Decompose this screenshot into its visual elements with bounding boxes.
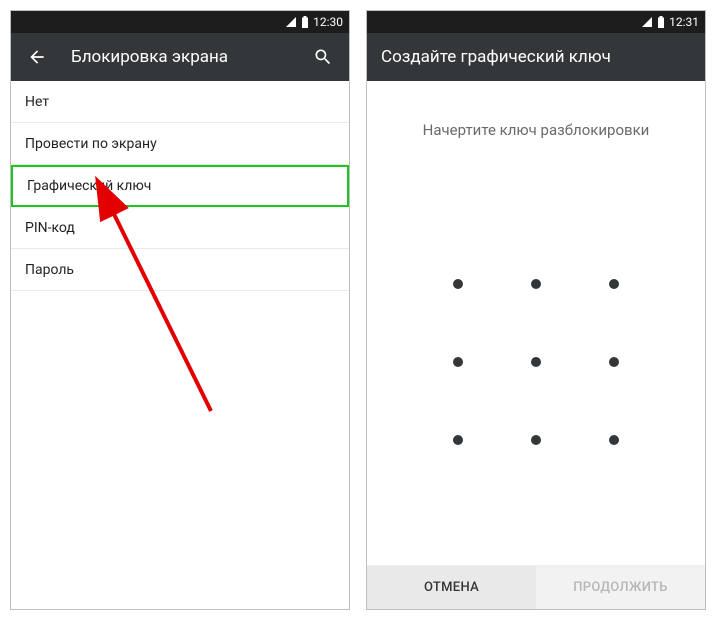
pattern-grid[interactable] <box>419 245 654 480</box>
app-bar-title: Создайте графический ключ <box>381 47 691 67</box>
option-label: Провести по экрану <box>25 136 157 152</box>
pattern-dot[interactable] <box>609 435 619 445</box>
option-label: Графический ключ <box>27 178 151 194</box>
app-bar-title: Блокировка экрана <box>71 47 289 67</box>
button-label: ОТМЕНА <box>424 580 479 595</box>
battery-icon <box>301 16 309 28</box>
option-pattern[interactable]: Графический ключ <box>11 165 349 207</box>
option-pin[interactable]: PIN-код <box>11 207 349 249</box>
status-bar: 12:30 <box>11 11 349 33</box>
phone-right: 12:31 Создайте графический ключ Начертит… <box>366 10 706 610</box>
pattern-dot[interactable] <box>531 435 541 445</box>
status-bar: 12:31 <box>367 11 705 33</box>
phone-left: 12:30 Блокировка экрана Нет Провести по … <box>10 10 350 610</box>
pattern-dot[interactable] <box>453 279 463 289</box>
signal-icon <box>285 16 297 28</box>
pattern-dot[interactable] <box>609 357 619 367</box>
cancel-button[interactable]: ОТМЕНА <box>367 566 536 609</box>
pattern-dot[interactable] <box>531 357 541 367</box>
battery-icon <box>657 16 665 28</box>
signal-icon <box>641 16 653 28</box>
app-bar: Блокировка экрана <box>11 33 349 81</box>
status-time: 12:31 <box>669 15 699 29</box>
pattern-dot[interactable] <box>453 357 463 367</box>
option-password[interactable]: Пароль <box>11 249 349 291</box>
lock-options-list: Нет Провести по экрану Графический ключ … <box>11 81 349 609</box>
app-bar: Создайте графический ключ <box>367 33 705 81</box>
search-icon[interactable] <box>311 45 335 69</box>
pattern-area[interactable] <box>367 159 705 565</box>
back-icon[interactable] <box>25 45 49 69</box>
button-label: ПРОДОЛЖИТЬ <box>573 580 668 595</box>
option-label: PIN-код <box>25 220 75 236</box>
option-label: Пароль <box>25 262 74 278</box>
pattern-instruction: Начертите ключ разблокировки <box>367 81 705 159</box>
button-bar: ОТМЕНА ПРОДОЛЖИТЬ <box>367 565 705 609</box>
pattern-dot[interactable] <box>609 279 619 289</box>
status-time: 12:30 <box>313 15 343 29</box>
continue-button: ПРОДОЛЖИТЬ <box>536 566 705 609</box>
option-none[interactable]: Нет <box>11 81 349 123</box>
option-swipe[interactable]: Провести по экрану <box>11 123 349 165</box>
pattern-dot[interactable] <box>531 279 541 289</box>
pattern-dot[interactable] <box>453 435 463 445</box>
option-label: Нет <box>25 94 49 110</box>
